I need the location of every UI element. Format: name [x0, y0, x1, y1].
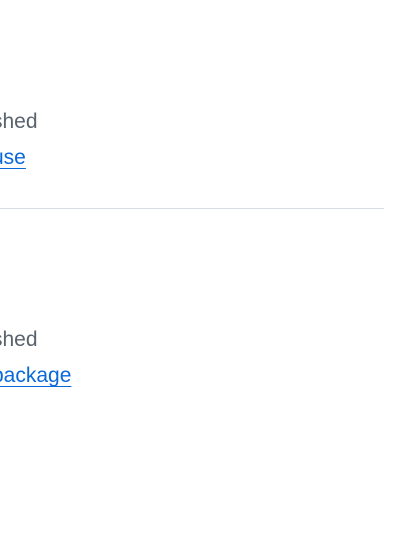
divider: [0, 208, 384, 209]
item-link[interactable]: use: [0, 144, 26, 172]
published-status-text: shed: [0, 328, 38, 351]
published-status-text: shed: [0, 110, 38, 133]
page: shed use shed package: [0, 0, 400, 554]
package-link[interactable]: package: [0, 362, 71, 390]
